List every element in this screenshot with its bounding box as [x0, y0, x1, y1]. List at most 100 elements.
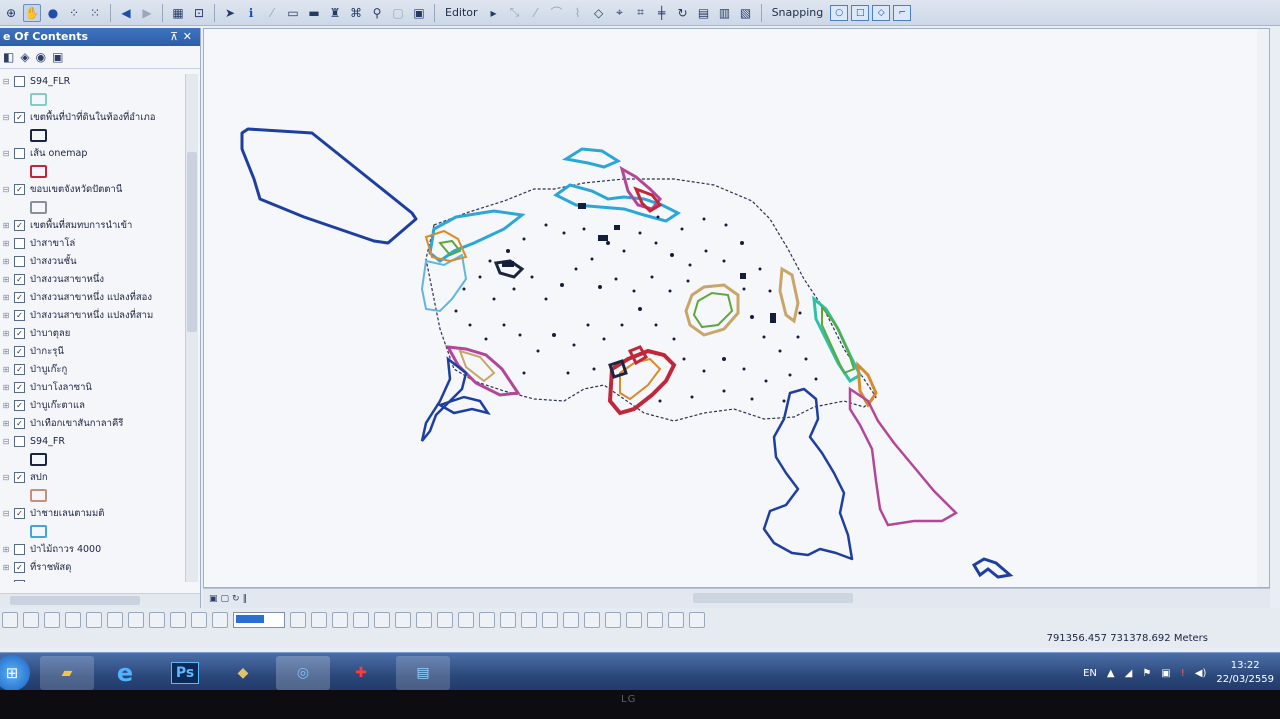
layout-view-icon[interactable]: ▢	[221, 594, 230, 604]
pan-hand-icon[interactable]: ✋	[23, 3, 41, 22]
rectangle-tool-icon[interactable]	[23, 612, 39, 628]
snapping-menu[interactable]: Snapping	[768, 4, 828, 22]
fixed-zoom-out-icon[interactable]: ⁙	[86, 4, 104, 22]
image-viewer-icon[interactable]: ▤	[396, 656, 450, 690]
layer-row[interactable]: ⊞ ป่าสาขาโล่	[0, 234, 182, 252]
expand-icon[interactable]: ⊞	[1, 581, 11, 583]
expand-icon[interactable]: ⊞	[1, 221, 11, 230]
scroll-thumb[interactable]	[187, 152, 197, 332]
layer-row[interactable]: ⊞ ✓ ป่าบาโงลาซานิ	[0, 378, 182, 396]
measure-angle-icon[interactable]	[668, 612, 684, 628]
layer-symbol[interactable]	[0, 486, 182, 504]
font-color-icon[interactable]	[311, 612, 327, 628]
edit-annotation-icon[interactable]: ⤡	[506, 4, 524, 22]
layer-row[interactable]: ⊞ ✓ เขตพื้นที่สมทบการนำเข้า	[0, 216, 182, 234]
cut-polygons-icon[interactable]: ⌗	[632, 4, 650, 22]
back-extent-icon[interactable]: ◀	[117, 4, 135, 22]
rotate-element-icon[interactable]	[65, 612, 81, 628]
identify-icon[interactable]: ℹ	[242, 4, 260, 22]
table-icon[interactable]	[605, 612, 621, 628]
arcmap-icon[interactable]: ◆	[216, 656, 270, 690]
layer-row[interactable]: ⊞ ป่าไม้ถาวร 4000	[0, 540, 182, 558]
error-inspector-icon[interactable]	[584, 612, 600, 628]
layer-visibility-checkbox[interactable]: ✓	[14, 291, 25, 303]
edge-snapping-icon[interactable]: ⌐	[893, 4, 912, 21]
layer-row[interactable]: ⊞ ✓ ที่ราชพัสดุ	[0, 558, 182, 576]
topology-edit-icon[interactable]	[395, 612, 411, 628]
layer-name[interactable]: ขอบเขต...	[30, 578, 73, 583]
find-binoculars-icon[interactable]: ♜	[326, 4, 344, 22]
collapse-icon[interactable]: ⊟	[1, 149, 11, 158]
view-link-table-icon[interactable]	[374, 612, 390, 628]
layer-visibility-checkbox[interactable]	[14, 255, 25, 267]
split-tool-icon[interactable]: ╪	[653, 4, 671, 22]
collapse-icon[interactable]: ⊟	[1, 77, 11, 86]
zoom-in-icon[interactable]: ⊕	[2, 4, 20, 22]
collapse-icon[interactable]: ⊟	[1, 437, 11, 446]
validate-topology-icon[interactable]	[542, 612, 558, 628]
layer-row[interactable]: ⊞ ✓ ป่าบูเก๊ะกู	[0, 360, 182, 378]
collapse-icon[interactable]: ⊟	[1, 185, 11, 194]
fixed-zoom-in-icon[interactable]: ⁘	[65, 4, 83, 22]
map-topology-icon[interactable]	[416, 612, 432, 628]
network-icon[interactable]: ◢	[1125, 668, 1133, 679]
order-icon[interactable]	[128, 612, 144, 628]
map-horizontal-scrollbar[interactable]: ▣ ▢ ↻ ‖	[203, 588, 1270, 609]
distribute-icon[interactable]	[191, 612, 207, 628]
layer-visibility-checkbox[interactable]: ✓	[14, 111, 25, 123]
text-tool-icon[interactable]	[44, 612, 60, 628]
draw-tool-icon[interactable]	[2, 612, 18, 628]
measure-icon[interactable]: ▬	[305, 4, 323, 22]
layer-name[interactable]: ป่าสาขาโล่	[30, 236, 75, 251]
fix-topology-icon[interactable]	[563, 612, 579, 628]
layer-visibility-checkbox[interactable]	[14, 543, 25, 555]
layer-visibility-checkbox[interactable]: ✓	[14, 417, 25, 429]
layer-row[interactable]: ⊞ ป่าสงวนชั้น	[0, 252, 182, 270]
layer-row[interactable]: ⊟ S94_FR	[0, 432, 182, 450]
layer-visibility-checkbox[interactable]: ✓	[14, 471, 25, 483]
fill-color-selector[interactable]	[233, 612, 285, 628]
map-vertical-scrollbar[interactable]	[1257, 29, 1269, 587]
grid-icon[interactable]	[626, 612, 642, 628]
layer-name[interactable]: เขตพื้นที่ป่าที่ดินในท้องที่อำเภอ	[30, 110, 155, 125]
layer-row[interactable]: ⊞ ✓ ป่ากะรุนี	[0, 342, 182, 360]
ungroup-icon[interactable]	[107, 612, 123, 628]
expand-icon[interactable]: ⊞	[1, 275, 11, 284]
layer-symbol[interactable]	[0, 198, 182, 216]
photoshop-taskbar-button[interactable]: Ps	[158, 656, 212, 690]
line-color-icon[interactable]	[290, 612, 306, 628]
refresh-icon[interactable]: ↻	[232, 594, 240, 604]
layer-visibility-checkbox[interactable]: ✓	[14, 273, 25, 285]
edit-vertices-icon[interactable]: ◇	[590, 4, 608, 22]
expand-icon[interactable]: ⊞	[1, 401, 11, 410]
layer-name[interactable]: S94_FR	[30, 436, 65, 447]
time-slider-icon[interactable]: ▢	[389, 4, 407, 22]
collapse-icon[interactable]: ⊟	[1, 509, 11, 518]
layer-row[interactable]: ⊞ ✓ ป่าสงวนสาขาหนึ่ง	[0, 270, 182, 288]
layer-row[interactable]: ⊞ ✓ ป่าบูเก๊ะตาแล	[0, 396, 182, 414]
expand-icon[interactable]: ⊞	[1, 293, 11, 302]
layer-row[interactable]: ⊟ ✓ สปก	[0, 468, 182, 486]
layer-visibility-checkbox[interactable]: ✓	[14, 327, 25, 339]
sketch-properties-icon[interactable]: ▥	[716, 4, 734, 22]
layer-visibility-checkbox[interactable]: ✓	[14, 399, 25, 411]
expand-icon[interactable]: ⊞	[1, 563, 11, 572]
html-popup-icon[interactable]: ▭	[284, 4, 302, 22]
vertex-snapping-icon[interactable]: ◇	[872, 4, 891, 21]
layer-name[interactable]: ป่าบูเก๊ะกู	[30, 362, 67, 377]
expand-icon[interactable]: ⊞	[1, 383, 11, 392]
trace-icon[interactable]: ⌇	[569, 4, 587, 22]
collapse-icon[interactable]: ⊟	[1, 113, 11, 122]
layer-name[interactable]: เส้น onemap	[30, 146, 87, 161]
layer-visibility-checkbox[interactable]: ✓	[14, 381, 25, 393]
close-icon[interactable]: ✕	[183, 28, 192, 46]
end-snapping-icon[interactable]: □	[851, 4, 870, 21]
layer-visibility-checkbox[interactable]: ✓	[14, 579, 25, 582]
point-snapping-icon[interactable]: ○	[830, 4, 849, 21]
layer-name[interactable]: ป่าเทือกเขาสันกาลาคีรี	[30, 416, 123, 431]
shared-features-icon[interactable]	[437, 612, 453, 628]
layer-symbol[interactable]	[0, 126, 182, 144]
align-icon[interactable]	[170, 612, 186, 628]
explorer-icon[interactable]: ▰	[40, 656, 94, 690]
split-icon[interactable]	[647, 612, 663, 628]
